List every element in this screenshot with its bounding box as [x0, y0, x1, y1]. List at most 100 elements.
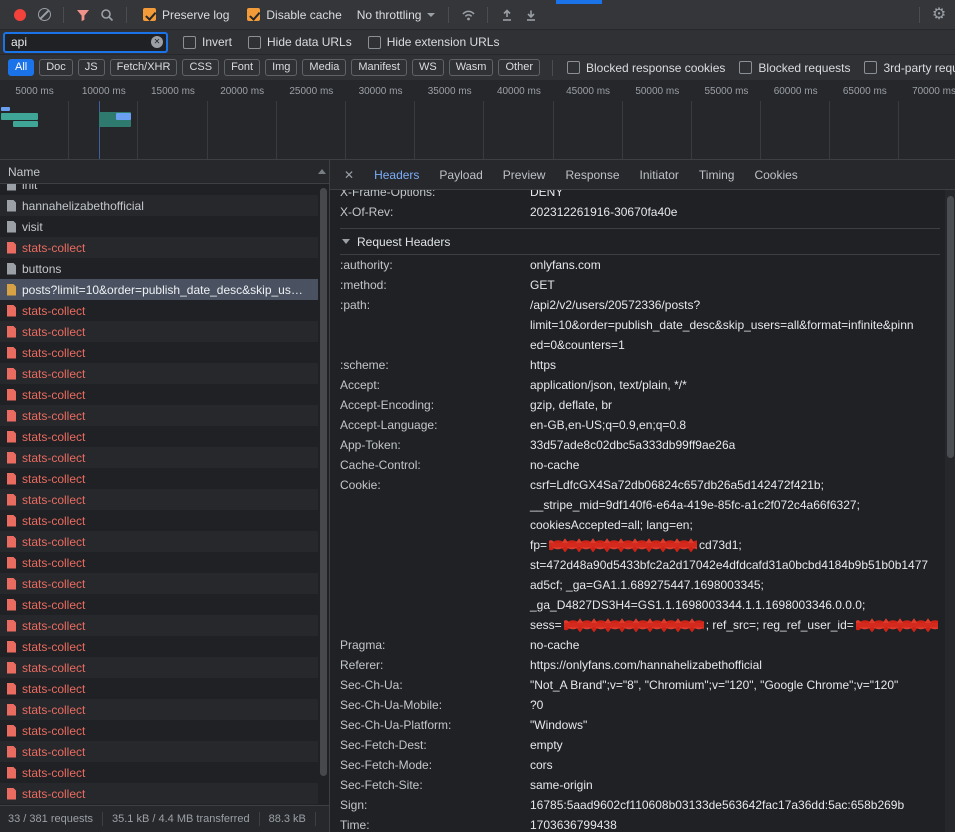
request-row[interactable]: stats-collect: [0, 762, 318, 783]
invert-checkbox[interactable]: Invert: [183, 35, 232, 49]
request-row[interactable]: stats-collect: [0, 426, 318, 447]
network-conditions-button[interactable]: [456, 3, 480, 27]
request-row[interactable]: stats-collect: [0, 510, 318, 531]
request-row[interactable]: stats-collect: [0, 363, 318, 384]
request-row[interactable]: stats-collect: [0, 237, 318, 258]
upload-arrow-icon: [500, 8, 514, 22]
tab-response[interactable]: Response: [555, 160, 629, 190]
type-filter-chip[interactable]: Manifest: [351, 59, 407, 76]
close-icon[interactable]: ✕: [330, 168, 364, 182]
preserve-log-checkbox[interactable]: Preserve log: [143, 8, 229, 22]
request-row[interactable]: stats-collect: [0, 636, 318, 657]
request-row[interactable]: stats-collect: [0, 531, 318, 552]
import-har-button[interactable]: [495, 3, 519, 27]
header-name: :method:: [340, 275, 530, 295]
header-value-text: application/json, text/plain, */*: [530, 378, 687, 392]
timeline-gridline: [484, 101, 553, 159]
request-row[interactable]: stats-collect: [0, 321, 318, 342]
tab-preview[interactable]: Preview: [493, 160, 556, 190]
hide-data-urls-checkbox[interactable]: Hide data URLs: [248, 35, 352, 49]
blocked-requests-checkbox[interactable]: Blocked requests: [739, 61, 850, 75]
third-party-requests-checkbox[interactable]: 3rd-party requests: [864, 61, 955, 75]
header-name: Cookie:: [340, 475, 530, 495]
hide-extension-urls-checkbox[interactable]: Hide extension URLs: [368, 35, 500, 49]
name-column-header[interactable]: Name: [0, 160, 329, 184]
request-row[interactable]: stats-collect: [0, 615, 318, 636]
filter-toggle-button[interactable]: [71, 3, 95, 27]
type-filter-chip[interactable]: WS: [412, 59, 444, 76]
request-row[interactable]: hannahelizabethofficial: [0, 195, 318, 216]
header-row: Sign:16785:5aad9602cf110608b03133de56364…: [340, 795, 940, 815]
request-row[interactable]: stats-collect: [0, 552, 318, 573]
header-name: Accept-Encoding:: [340, 395, 530, 415]
clear-filter-icon[interactable]: ✕: [151, 36, 163, 48]
request-row[interactable]: visit: [0, 216, 318, 237]
tab-initiator[interactable]: Initiator: [630, 160, 689, 190]
request-row[interactable]: stats-collect: [0, 783, 318, 804]
search-button[interactable]: [95, 3, 119, 27]
type-filter-chip[interactable]: All: [8, 59, 34, 76]
details-scrollbar[interactable]: [945, 190, 955, 832]
request-row[interactable]: buttons: [0, 258, 318, 279]
network-main-area: Name inithannahelizabethofficialvisitsta…: [0, 160, 955, 832]
request-row[interactable]: stats-collect: [0, 447, 318, 468]
type-filter-chip[interactable]: Fetch/XHR: [110, 59, 178, 76]
request-row[interactable]: stats-collect: [0, 342, 318, 363]
tab-payload[interactable]: Payload: [429, 160, 492, 190]
request-row[interactable]: init: [0, 184, 318, 195]
scroll-up-icon[interactable]: [318, 169, 326, 174]
request-name: stats-collect: [22, 661, 318, 675]
blocked-response-cookies-checkbox[interactable]: Blocked response cookies: [567, 61, 725, 75]
type-filter-chip[interactable]: Doc: [39, 59, 73, 76]
request-headers-rows: :authority:onlyfans.com:method:GET:path:…: [340, 255, 940, 832]
request-row[interactable]: stats-collect: [0, 720, 318, 741]
header-name: Sec-Ch-Ua-Mobile:: [340, 695, 530, 715]
header-row: Sec-Fetch-Mode:cors: [340, 755, 940, 775]
disable-cache-checkbox[interactable]: Disable cache: [247, 8, 341, 22]
request-list-scrollbar[interactable]: [318, 184, 329, 805]
request-row[interactable]: stats-collect: [0, 405, 318, 426]
export-har-button[interactable]: [519, 3, 543, 27]
record-button[interactable]: [8, 3, 32, 27]
tab-timing[interactable]: Timing: [689, 160, 745, 190]
type-filter-chip[interactable]: Media: [302, 59, 346, 76]
scrollbar-thumb[interactable]: [947, 196, 954, 458]
timeline-tick-label: 50000 ms: [623, 81, 692, 101]
request-row[interactable]: stats-collect: [0, 657, 318, 678]
file-icon: [7, 368, 16, 380]
type-filter-chip[interactable]: JS: [78, 59, 105, 76]
timeline-overview[interactable]: 5000 ms10000 ms15000 ms20000 ms25000 ms3…: [0, 81, 955, 160]
request-row[interactable]: stats-collect: [0, 300, 318, 321]
timeline-grid: [0, 101, 955, 159]
toolbar-divider: [126, 7, 127, 23]
request-row[interactable]: stats-collect: [0, 741, 318, 762]
file-icon: [7, 494, 16, 506]
header-value: application/json, text/plain, */*: [530, 375, 687, 395]
header-row: :scheme:https: [340, 355, 940, 375]
scrollbar-thumb[interactable]: [320, 188, 327, 776]
header-value-line: ?0: [530, 695, 543, 715]
tab-cookies[interactable]: Cookies: [744, 160, 807, 190]
clear-button[interactable]: [32, 3, 56, 27]
checkbox-unchecked-icon: [739, 61, 752, 74]
request-row[interactable]: stats-collect: [0, 573, 318, 594]
request-row[interactable]: stats-collect: [0, 489, 318, 510]
settings-button[interactable]: ⚙: [927, 3, 951, 27]
type-filter-chip[interactable]: Font: [224, 59, 260, 76]
tab-headers[interactable]: Headers: [364, 160, 429, 190]
type-filter-chip[interactable]: CSS: [182, 59, 219, 76]
request-row[interactable]: stats-collect: [0, 468, 318, 489]
type-filter-chip[interactable]: Wasm: [449, 59, 494, 76]
request-row[interactable]: posts?limit=10&order=publish_date_desc&s…: [0, 279, 318, 300]
request-row[interactable]: stats-collect: [0, 678, 318, 699]
request-row[interactable]: stats-collect: [0, 384, 318, 405]
throttling-select[interactable]: No throttling: [357, 8, 436, 22]
type-filter-chip[interactable]: Other: [498, 59, 540, 76]
header-row: :path:/api2/v2/users/20572336/posts?limi…: [340, 295, 940, 355]
filter-input[interactable]: [4, 33, 167, 52]
request-row[interactable]: stats-collect: [0, 699, 318, 720]
request-headers-section-toggle[interactable]: Request Headers: [340, 229, 940, 255]
hide-data-urls-label: Hide data URLs: [267, 35, 352, 49]
type-filter-chip[interactable]: Img: [265, 59, 297, 76]
request-row[interactable]: stats-collect: [0, 594, 318, 615]
